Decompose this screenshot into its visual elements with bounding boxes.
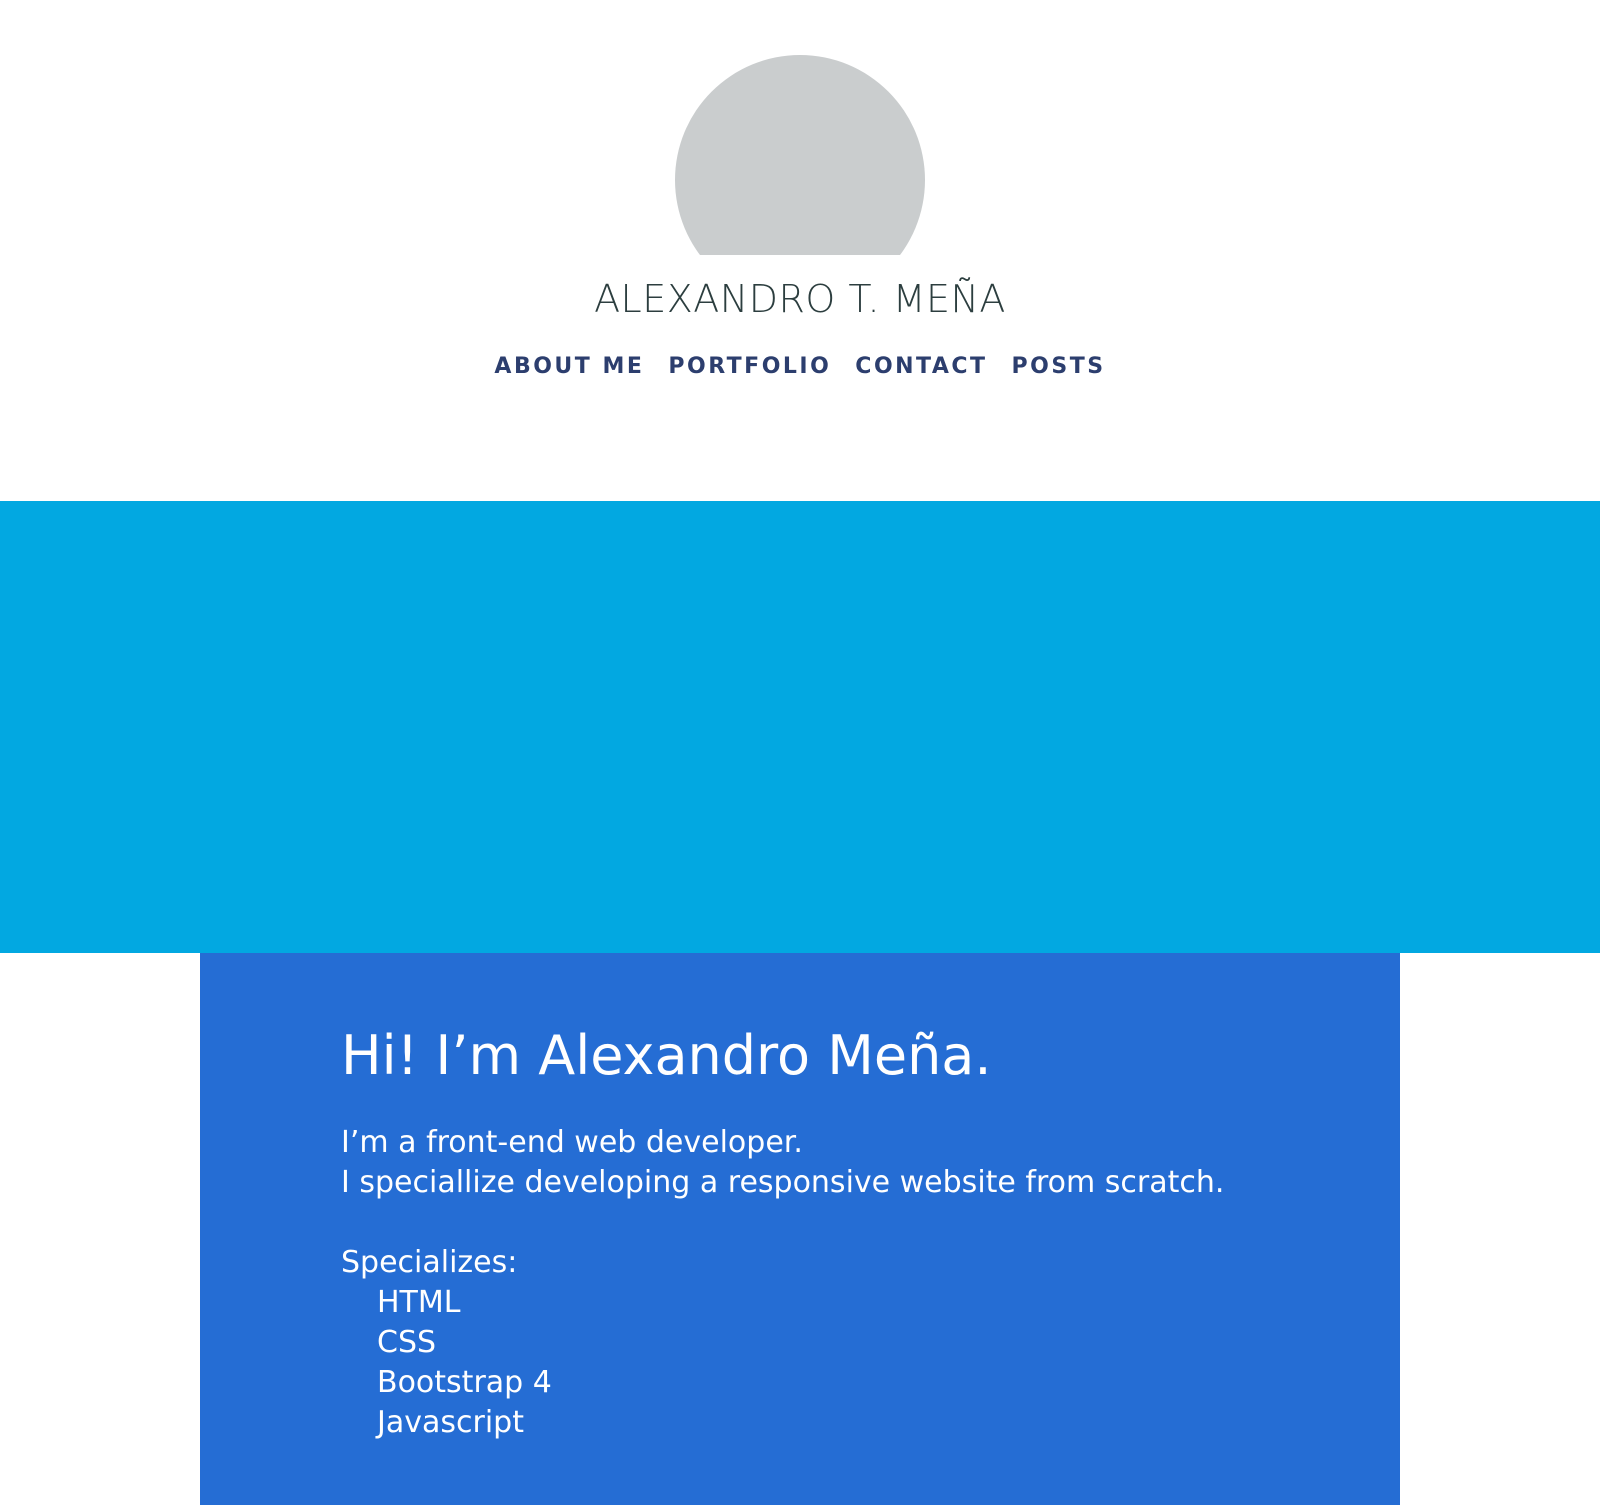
skills-list: HTML CSS Bootstrap 4 Javascript	[341, 1283, 1341, 1443]
about-body: I’m a front-end web developer. I special…	[341, 1123, 1341, 1443]
intro-line: I’m a front-end web developer.	[341, 1125, 803, 1160]
skill-item: HTML	[377, 1285, 461, 1320]
skill-item: Javascript	[377, 1405, 524, 1440]
specializes-label: Specializes:	[341, 1245, 518, 1280]
skill-item: CSS	[377, 1325, 437, 1360]
about-heading: Hi! I’m Alexandro Meña.	[341, 1024, 992, 1087]
avatar-placeholder	[675, 55, 925, 255]
skill-item: Bootstrap 4	[377, 1365, 552, 1400]
main-nav: ABOUT ME PORTFOLIO CONTACT POSTS	[0, 352, 1600, 382]
nav-item-contact[interactable]: CONTACT	[855, 352, 987, 382]
site-title: ALEXANDRO T. MEÑA	[594, 277, 1006, 321]
about-section: Hi! I’m Alexandro Meña. I’m a front-end …	[200, 953, 1400, 1505]
avatar	[675, 55, 925, 255]
site-header: ALEXANDRO T. MEÑA ABOUT ME PORTFOLIO CON…	[0, 0, 1600, 501]
intro-line: I speciallize developing a responsive we…	[341, 1165, 1225, 1200]
hero-banner	[0, 501, 1600, 953]
nav-item-posts[interactable]: POSTS	[1012, 352, 1106, 382]
nav-item-about-me[interactable]: ABOUT ME	[494, 352, 644, 382]
nav-item-portfolio[interactable]: PORTFOLIO	[668, 352, 831, 382]
